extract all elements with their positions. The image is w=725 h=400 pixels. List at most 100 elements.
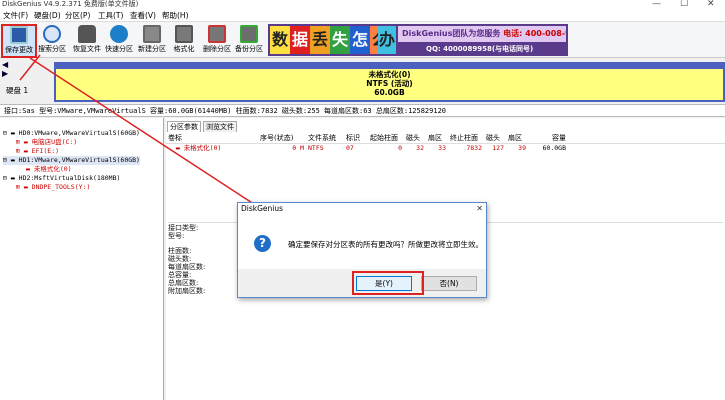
delete-partition-label: 删除分区 [203,45,231,53]
banner-char: 丢 [310,26,330,54]
table-header-row: 卷标 序号(状态) 文件系统 标识 起始柱面 磁头 扇区 终止柱面 磁头 扇区 … [166,133,725,144]
menu-file[interactable]: 文件(F) [3,11,28,20]
question-icon: ? [254,235,271,252]
disk-nav-arrows[interactable]: ◀ ▶ [2,60,8,78]
banner-char: 失 [330,26,350,54]
col-header: 标识 [344,133,368,144]
window-title: DiskGenius V4.9.2.371 免费版(单文件版) [2,0,139,8]
disk-label: 硬盘 1 [6,86,29,95]
param-label: 总容量: [168,271,192,279]
backup-partition-button[interactable]: 备份分区 [231,25,267,57]
tab-partition-params[interactable]: 分区参数 [167,121,201,132]
dialog-title: DiskGenius [238,203,486,215]
param-label: 型号: [168,232,185,240]
delete-partition-icon [208,25,226,43]
backup-partition-label: 备份分区 [235,45,263,53]
table-row[interactable]: ▬ 未格式化(0) 0 M NTFS 07 0 32 33 7832 127 3… [166,144,725,154]
yes-button[interactable]: 是(Y) [356,276,412,291]
banner-char: 办 [378,26,396,54]
table-cell: 0 [398,144,402,152]
dialog-message: 确定要保存对分区表的所有更改吗？所做更改将立即生效。 [288,240,483,249]
ad-banner[interactable]: 数 据 丢 失 怎 么 办 DiskGenius团队为您服务 电话: 400-0… [268,24,568,56]
banner-char: 数 [270,26,290,54]
close-icon[interactable]: ✕ [707,0,715,9]
param-label: 附加扇区数: [168,287,206,295]
quick-partition-label: 快速分区 [105,45,133,53]
tree-item-unformatted[interactable]: ▬ 未格式化(0) [26,165,72,174]
save-changes-label: 保存更改 [5,46,33,54]
table-cell: 60.0GB [542,144,566,152]
disk-info-bar: 接口:Sas 型号:VMware,VMwareVirtualS 容量:60.0G… [0,104,725,117]
search-partition-icon [43,25,61,43]
banner-brand: DiskGenius团队为您服务 电话: 400-008-9958 [398,26,566,42]
tree-item-dndpe[interactable]: ⊞ ▬ DNDPE_TOOLS(Y:) [16,183,90,192]
title-bar: DiskGenius V4.9.2.371 免费版(单文件版) — ☐ ✕ [0,0,725,9]
tab-browse-files[interactable]: 浏览文件 [203,121,237,132]
col-header: 磁头 [484,133,506,144]
param-label: 柱面数: [168,247,192,255]
col-header: 起始柱面 [368,133,404,144]
new-partition-button[interactable]: 新建分区 [134,25,170,57]
col-header: 扇区 [426,133,448,144]
disk-params: 接口类型: 型号: 柱面数: 磁头数: 每道扇区数: 总容量: 总扇区数: 附加… [168,222,723,295]
col-header: 扇区 [506,133,528,144]
search-partition-label: 搜索分区 [38,45,66,53]
tree-item-hd0[interactable]: ⊟ ▬ HD0:VMware,VMwareVirtualS(60GB) [3,129,140,138]
partition-name: 未格式化(0) [368,70,411,79]
quick-partition-button[interactable]: 快速分区 [101,25,137,57]
maximize-icon[interactable]: ☐ [680,0,688,9]
col-header: 序号(状态) [258,133,306,144]
no-button[interactable]: 否(N) [421,276,477,291]
dialog-footer: 是(Y) 否(N) [238,269,486,297]
format-button[interactable]: 格式化 [166,25,202,57]
param-label: 每道扇区数: [168,263,206,271]
col-header: 文件系统 [306,133,344,144]
tree-item-c[interactable]: ⊞ ▬ 电脑店U盘(C:) [16,138,77,147]
partition-table: 卷标 序号(状态) 文件系统 标识 起始柱面 磁头 扇区 终止柱面 磁头 扇区 … [166,133,725,153]
table-cell: 39 [518,144,526,152]
table-cell: 7832 [466,144,482,152]
param-label: 接口类型: [168,224,199,232]
banner-qq: QQ: 4000089958(与电话同号) [426,45,534,53]
table-cell: 33 [438,144,446,152]
recover-files-button[interactable]: 恢复文件 [69,25,105,57]
table-cell: 07 [346,144,354,152]
col-header: 终止柱面 [448,133,484,144]
table-cell: NTFS [308,144,324,152]
table-cell: 127 [492,144,504,152]
backup-partition-icon [240,25,258,43]
save-changes-button[interactable]: 保存更改 [1,25,37,57]
table-cell: 32 [416,144,424,152]
menu-view[interactable]: 查看(V) [130,11,156,20]
recover-files-icon [78,25,96,43]
menu-help[interactable]: 帮助(H) [162,11,189,20]
delete-partition-button[interactable]: 删除分区 [199,25,235,57]
partition-bar[interactable]: 未格式化(0) NTFS (活动) 60.0GB [54,62,725,102]
search-partition-button[interactable]: 搜索分区 [34,25,70,57]
param-label: 总扇区数: [168,279,199,287]
confirm-dialog: DiskGenius ✕ ? 确定要保存对分区表的所有更改吗？所做更改将立即生效… [237,202,487,298]
new-partition-label: 新建分区 [138,45,166,53]
menu-disk[interactable]: 硬盘(D) [34,11,61,20]
quick-partition-icon [110,25,128,43]
menu-bar: 文件(F) 硬盘(D) 分区(P) 工具(T) 查看(V) 帮助(H) [0,9,725,22]
menu-tools[interactable]: 工具(T) [98,11,123,20]
banner-char: 据 [290,26,310,54]
tree-item-efi[interactable]: ⊞ ▬ EFI(E:) [16,147,59,156]
format-label: 格式化 [173,45,195,53]
col-header: 卷标 [166,133,258,144]
disk-tree: ⊟ ▬ HD0:VMware,VMwareVirtualS(60GB) ⊞ ▬ … [0,118,164,400]
table-cell: 0 M [292,144,304,152]
partition-fs: NTFS (活动) [366,79,413,88]
partition-size: 60.0GB [374,88,405,97]
tree-item-hd1[interactable]: ⊟ ▬ HD1:VMware,VMwareVirtualS(60GB) [3,156,140,165]
col-header: 磁头 [404,133,426,144]
recover-files-label: 恢复文件 [73,45,101,53]
format-icon [175,25,193,43]
param-label: 磁头数: [168,255,192,263]
minimize-icon[interactable]: — [652,0,661,9]
menu-partition[interactable]: 分区(P) [65,11,90,20]
new-partition-icon [143,25,161,43]
tree-item-hd2[interactable]: ⊟ ▬ HD2:MsftVirtualDisk(180MB) [3,174,120,183]
dialog-close-icon[interactable]: ✕ [476,203,483,214]
